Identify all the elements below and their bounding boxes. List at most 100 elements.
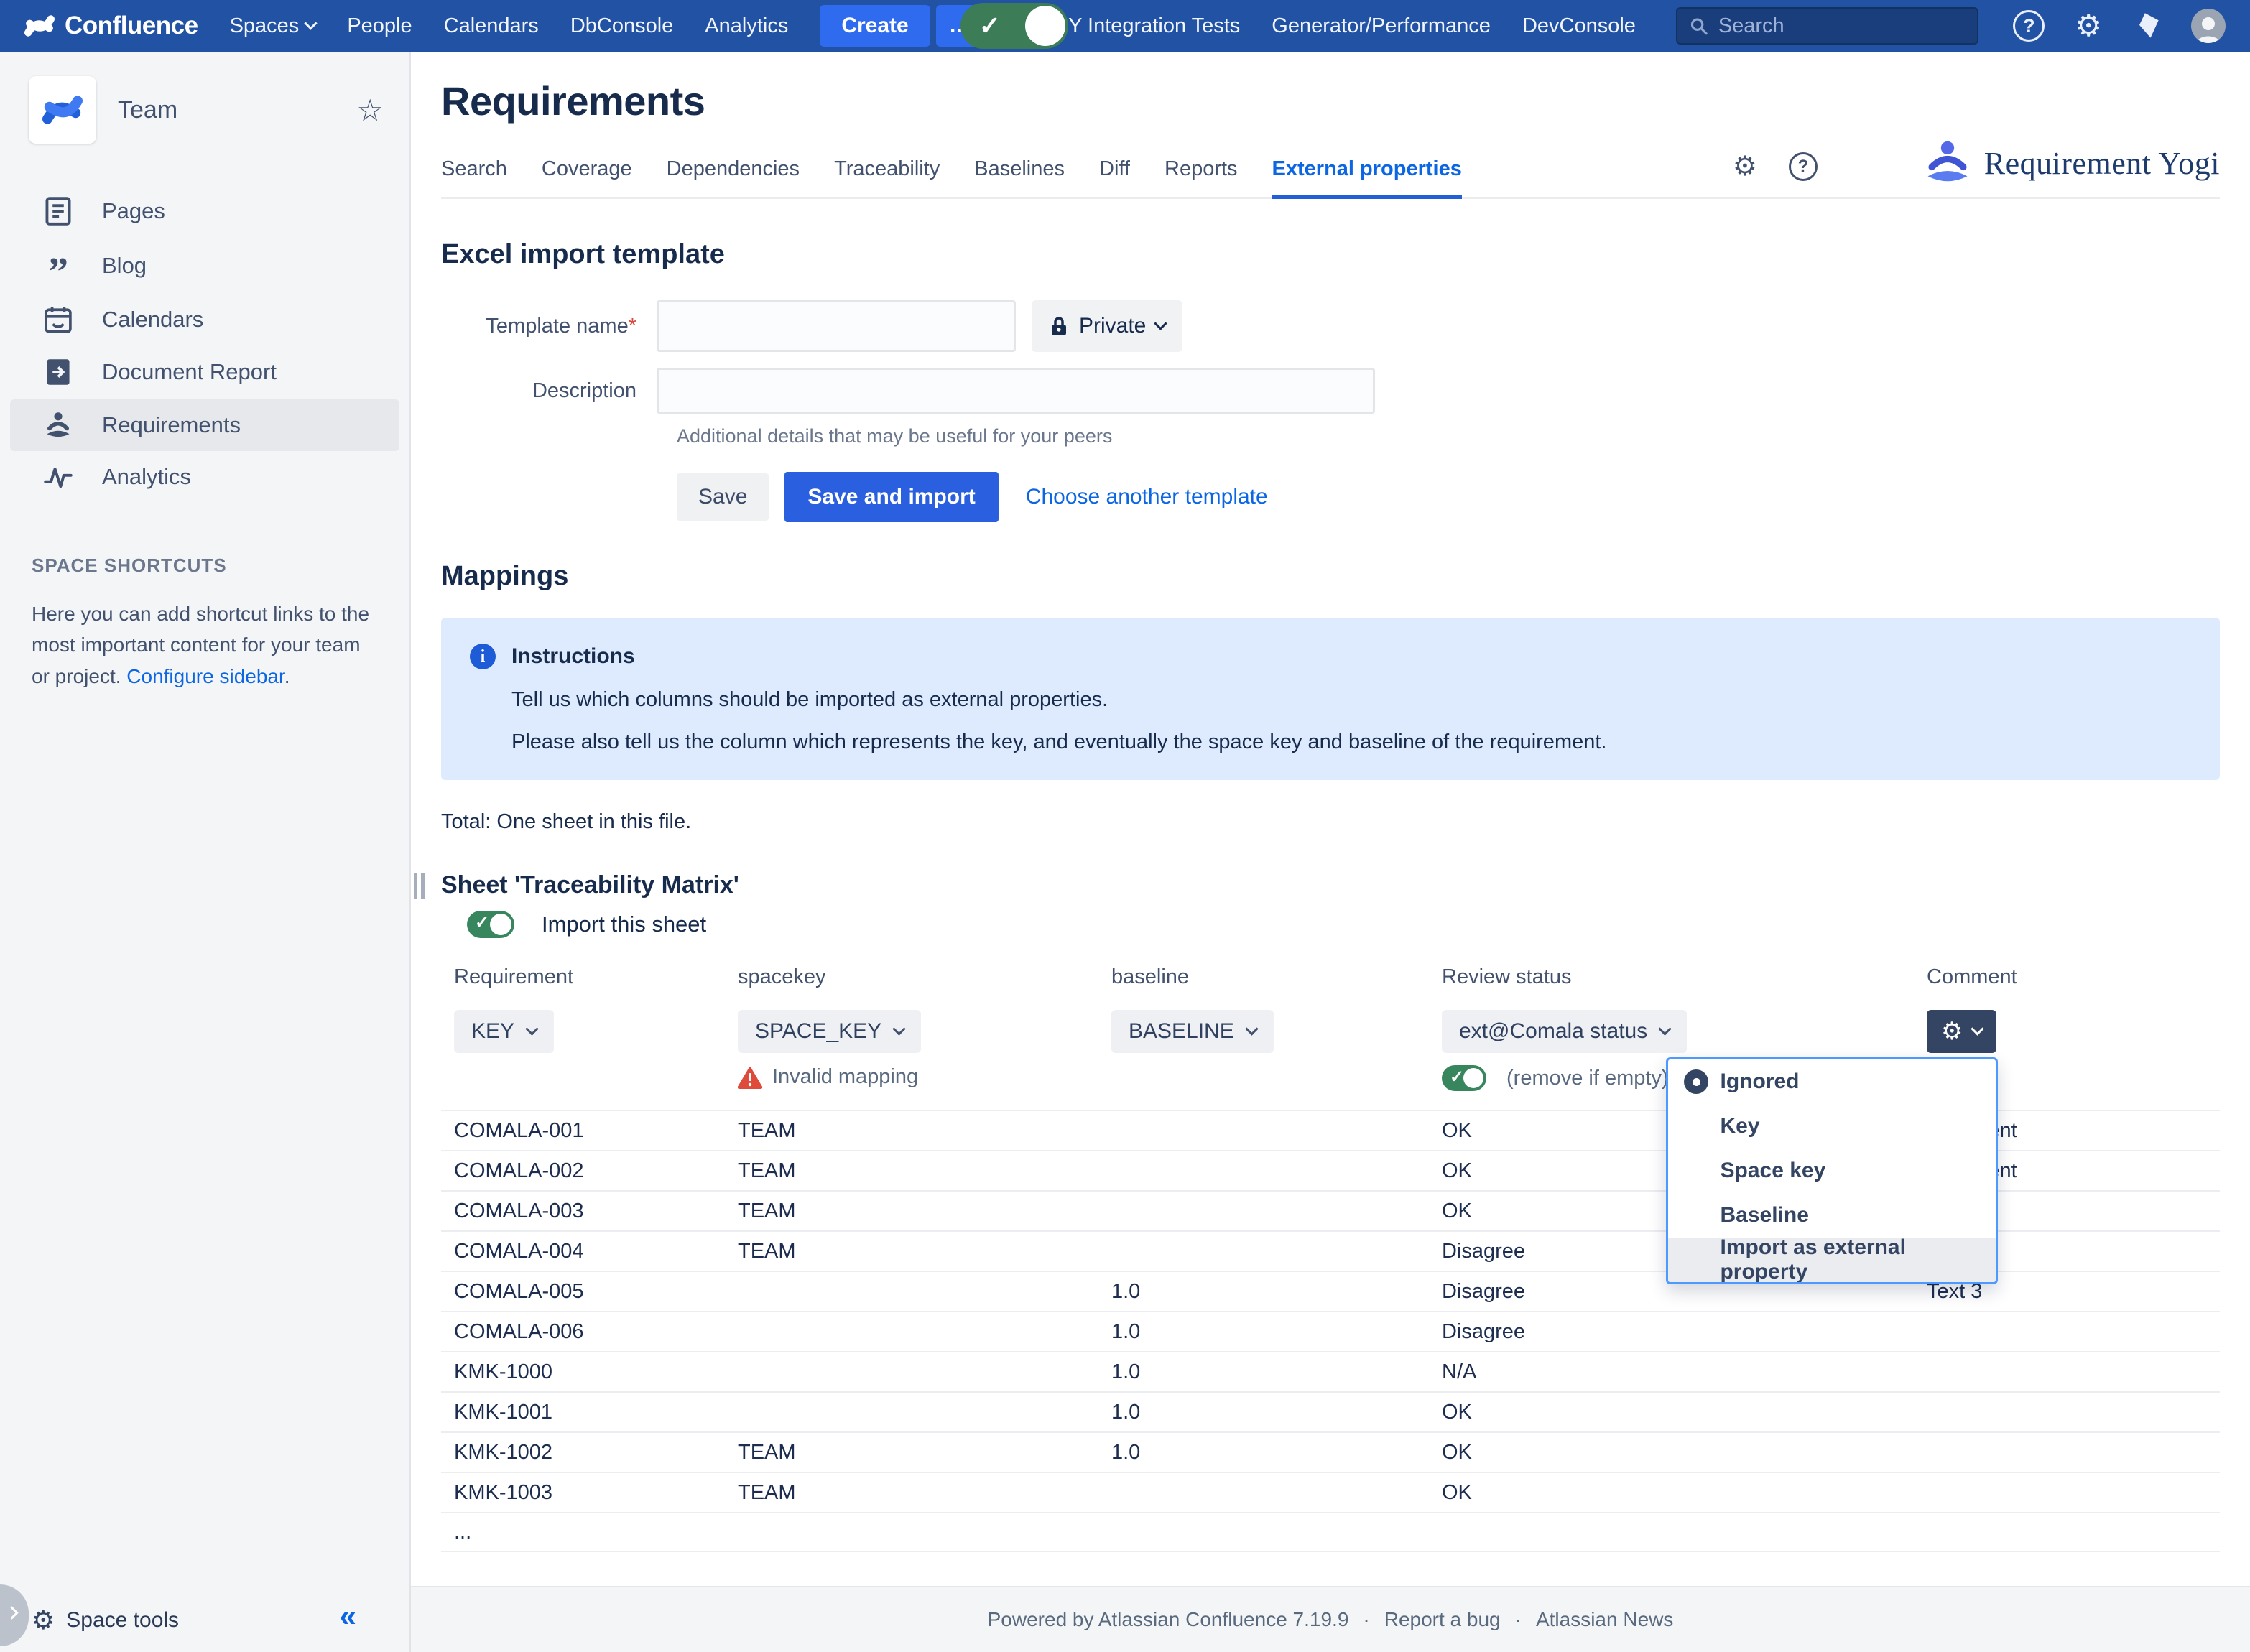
sidebar-item-label: Calendars <box>102 307 203 333</box>
confluence-logo[interactable]: Confluence <box>24 11 198 41</box>
nav-dbconsole[interactable]: DbConsole <box>570 14 673 38</box>
menu-item-baseline[interactable]: Baseline <box>1668 1193 1996 1238</box>
sidebar-item-calendars[interactable]: Calendars <box>10 294 399 345</box>
space-shortcuts-text: Here you can add shortcut links to the m… <box>32 598 381 692</box>
footer-separator: · <box>1363 1608 1369 1631</box>
status-mapping-dropdown[interactable]: ext@Comala status <box>1442 1010 1687 1053</box>
menu-item-ignored[interactable]: Ignored <box>1668 1059 1996 1104</box>
nav-generator-performance[interactable]: Generator/Performance <box>1272 14 1491 38</box>
save-button[interactable]: Save <box>677 473 769 521</box>
space-sidebar: Team ☆ Pages ” Blog Calendars <box>0 52 411 1652</box>
sidebar-item-pages[interactable]: Pages <box>10 185 399 237</box>
description-label: Description <box>441 379 657 403</box>
cell-status: OK <box>1442 1401 1927 1424</box>
sidebar-item-blog[interactable]: ” Blog <box>10 238 399 293</box>
admin-gear-icon[interactable]: ⚙ <box>2075 11 2102 41</box>
col-header-baseline: baseline <box>1111 965 1442 989</box>
announcement-flag-icon[interactable] <box>2132 11 2161 40</box>
template-name-input[interactable] <box>657 300 1016 352</box>
cell-requirement: KMK-1001 <box>454 1401 738 1424</box>
user-avatar[interactable] <box>2191 9 2226 43</box>
menu-item-import-as-external-property[interactable]: Import as external property <box>1668 1238 1996 1282</box>
requirement-mapping-dropdown[interactable]: KEY <box>454 1010 554 1053</box>
configure-sidebar-link[interactable]: Configure sidebar <box>126 665 284 687</box>
privacy-dropdown-button[interactable]: Private <box>1032 300 1182 352</box>
nav-spaces[interactable]: Spaces <box>230 14 316 38</box>
radio-selected-icon <box>1684 1069 1708 1094</box>
chevron-down-icon <box>1154 317 1167 330</box>
sidebar-item-label: Document Report <box>102 359 277 385</box>
cell-requirement: KMK-1000 <box>454 1360 738 1384</box>
tab-search[interactable]: Search <box>441 157 507 197</box>
cell-status: OK <box>1442 1441 1927 1465</box>
table-row-ellipsis: ... <box>441 1512 2220 1552</box>
invalid-mapping-text: Invalid mapping <box>772 1065 918 1089</box>
drag-handle-icon[interactable] <box>414 873 425 899</box>
info-icon: i <box>470 644 496 669</box>
cell-requirement: ... <box>454 1521 738 1544</box>
search-input[interactable] <box>1718 14 1966 38</box>
description-input[interactable] <box>657 368 1375 414</box>
menu-item-key[interactable]: Key <box>1668 1104 1996 1148</box>
tab-dependencies[interactable]: Dependencies <box>667 157 800 197</box>
tab-coverage[interactable]: Coverage <box>542 157 632 197</box>
toggle-knob <box>490 914 511 935</box>
create-button[interactable]: Create <box>820 5 930 47</box>
atlassian-news-link[interactable]: Atlassian News <box>1536 1608 1673 1631</box>
sidebar-edge-handle[interactable] <box>0 1584 29 1646</box>
save-and-import-button[interactable]: Save and import <box>784 472 998 522</box>
cell-spacekey: TEAM <box>738 1199 1111 1223</box>
space-logo[interactable] <box>29 76 96 144</box>
instructions-panel: i Instructions Tell us which columns sho… <box>441 618 2220 780</box>
nav-devconsole[interactable]: DevConsole <box>1522 14 1636 38</box>
sidebar-item-document-report[interactable]: Document Report <box>10 346 399 398</box>
cell-requirement: COMALA-001 <box>454 1119 738 1143</box>
import-sheet-toggle[interactable]: ✓ <box>467 911 514 938</box>
mapping-column-headers: Requirement spacekey baseline Review sta… <box>441 965 2220 989</box>
search-icon <box>1689 15 1708 37</box>
nav-analytics[interactable]: Analytics <box>705 14 788 38</box>
help-icon[interactable]: ? <box>2013 10 2045 42</box>
sidebar-item-analytics[interactable]: Analytics <box>10 453 399 501</box>
baseline-mapping-dropdown[interactable]: BASELINE <box>1111 1010 1274 1053</box>
sheet-title: Sheet 'Traceability Matrix' <box>441 871 739 899</box>
col-header-requirement: Requirement <box>454 965 738 989</box>
cell-baseline: 1.0 <box>1111 1360 1442 1384</box>
tab-diff[interactable]: Diff <box>1099 157 1130 197</box>
chevron-down-icon <box>305 17 318 29</box>
report-a-bug-link[interactable]: Report a bug <box>1384 1608 1501 1631</box>
favorite-star-icon[interactable]: ☆ <box>356 93 384 128</box>
page-icon <box>42 197 75 226</box>
cell-status: Disagree <box>1442 1320 1927 1344</box>
settings-gear-icon[interactable]: ⚙ <box>1733 153 1757 180</box>
menu-item-space-key[interactable]: Space key <box>1668 1148 1996 1193</box>
extension-toggle[interactable]: ✓ <box>960 3 1068 49</box>
blog-quote-icon: ” <box>42 263 75 282</box>
collapse-sidebar-button[interactable]: « <box>340 1599 356 1633</box>
space-tools-gear-icon: ⚙ <box>32 1607 55 1633</box>
gear-icon: ⚙ <box>1941 1019 1963 1044</box>
nav-people[interactable]: People <box>347 14 412 38</box>
tab-baselines[interactable]: Baselines <box>974 157 1065 197</box>
requirement-yogi-brand[interactable]: Requirement Yogi <box>1924 139 2220 187</box>
remove-if-empty-toggle[interactable]: ✓ <box>1442 1065 1486 1091</box>
tab-external-properties[interactable]: External properties <box>1272 157 1462 199</box>
table-row: COMALA-0061.0Disagree <box>441 1311 2220 1351</box>
help-icon[interactable]: ? <box>1789 152 1818 181</box>
global-search[interactable] <box>1676 7 1978 45</box>
nav-ry-integration-tests[interactable]: RY Integration Tests <box>1054 14 1241 38</box>
tab-reports[interactable]: Reports <box>1165 157 1238 197</box>
cell-requirement: COMALA-006 <box>454 1320 738 1344</box>
comment-mapping-gear-dropdown[interactable]: ⚙ <box>1927 1010 1996 1053</box>
choose-another-template-link[interactable]: Choose another template <box>1026 485 1268 509</box>
chevron-down-icon <box>893 1022 906 1035</box>
tab-traceability[interactable]: Traceability <box>834 157 940 197</box>
page-title: Requirements <box>441 52 2220 124</box>
cell-requirement: COMALA-005 <box>454 1280 738 1304</box>
requirement-yogi-wordmark: Requirement Yogi <box>1984 145 2220 182</box>
nav-calendars[interactable]: Calendars <box>444 14 539 38</box>
main-content: Requirements Search Coverage Dependencie… <box>411 52 2250 1587</box>
spacekey-mapping-dropdown[interactable]: SPACE_KEY <box>738 1010 921 1053</box>
space-tools-button[interactable]: ⚙ Space tools <box>32 1607 179 1633</box>
sidebar-item-requirements[interactable]: Requirements <box>10 399 399 451</box>
